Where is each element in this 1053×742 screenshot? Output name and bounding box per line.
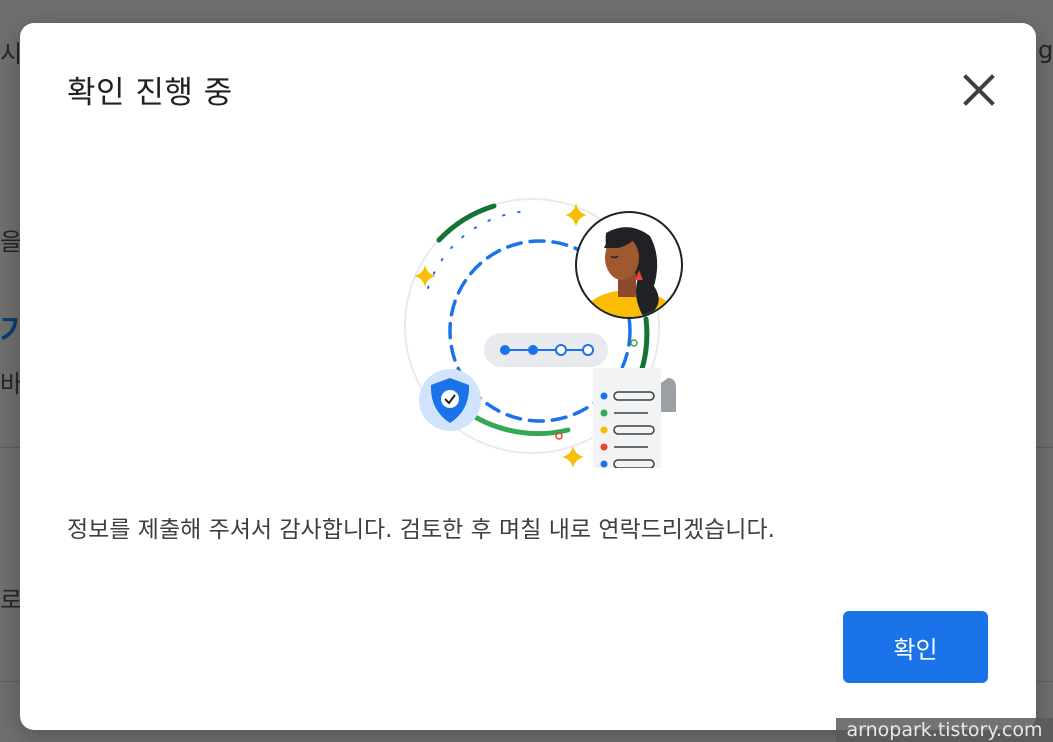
- background-text-fragment: 을: [0, 228, 23, 256]
- confirm-button[interactable]: 확인: [843, 611, 988, 683]
- dialog-title: 확인 진행 중: [67, 75, 233, 111]
- background-text-fragment: 시: [0, 40, 23, 68]
- close-button[interactable]: [958, 69, 1000, 111]
- watermark: arnopark.tistory.com: [836, 718, 1053, 742]
- background-text-fragment: g: [1038, 36, 1053, 64]
- verification-illustration: [404, 198, 683, 468]
- document-list-icon: [593, 368, 676, 468]
- verification-dialog: 확인 진행 중 정보를 제출해 주셔서 감사합니다. 검토한 후 며칠 내로 연…: [20, 23, 1036, 730]
- dialog-message: 정보를 제출해 주셔서 감사합니다. 검토한 후 며칠 내로 연락드리겠습니다.: [67, 517, 775, 543]
- shield-check-icon: [419, 369, 481, 431]
- close-icon: [963, 74, 995, 106]
- background-text-fragment: 바: [0, 370, 23, 398]
- progress-steps: [484, 333, 608, 367]
